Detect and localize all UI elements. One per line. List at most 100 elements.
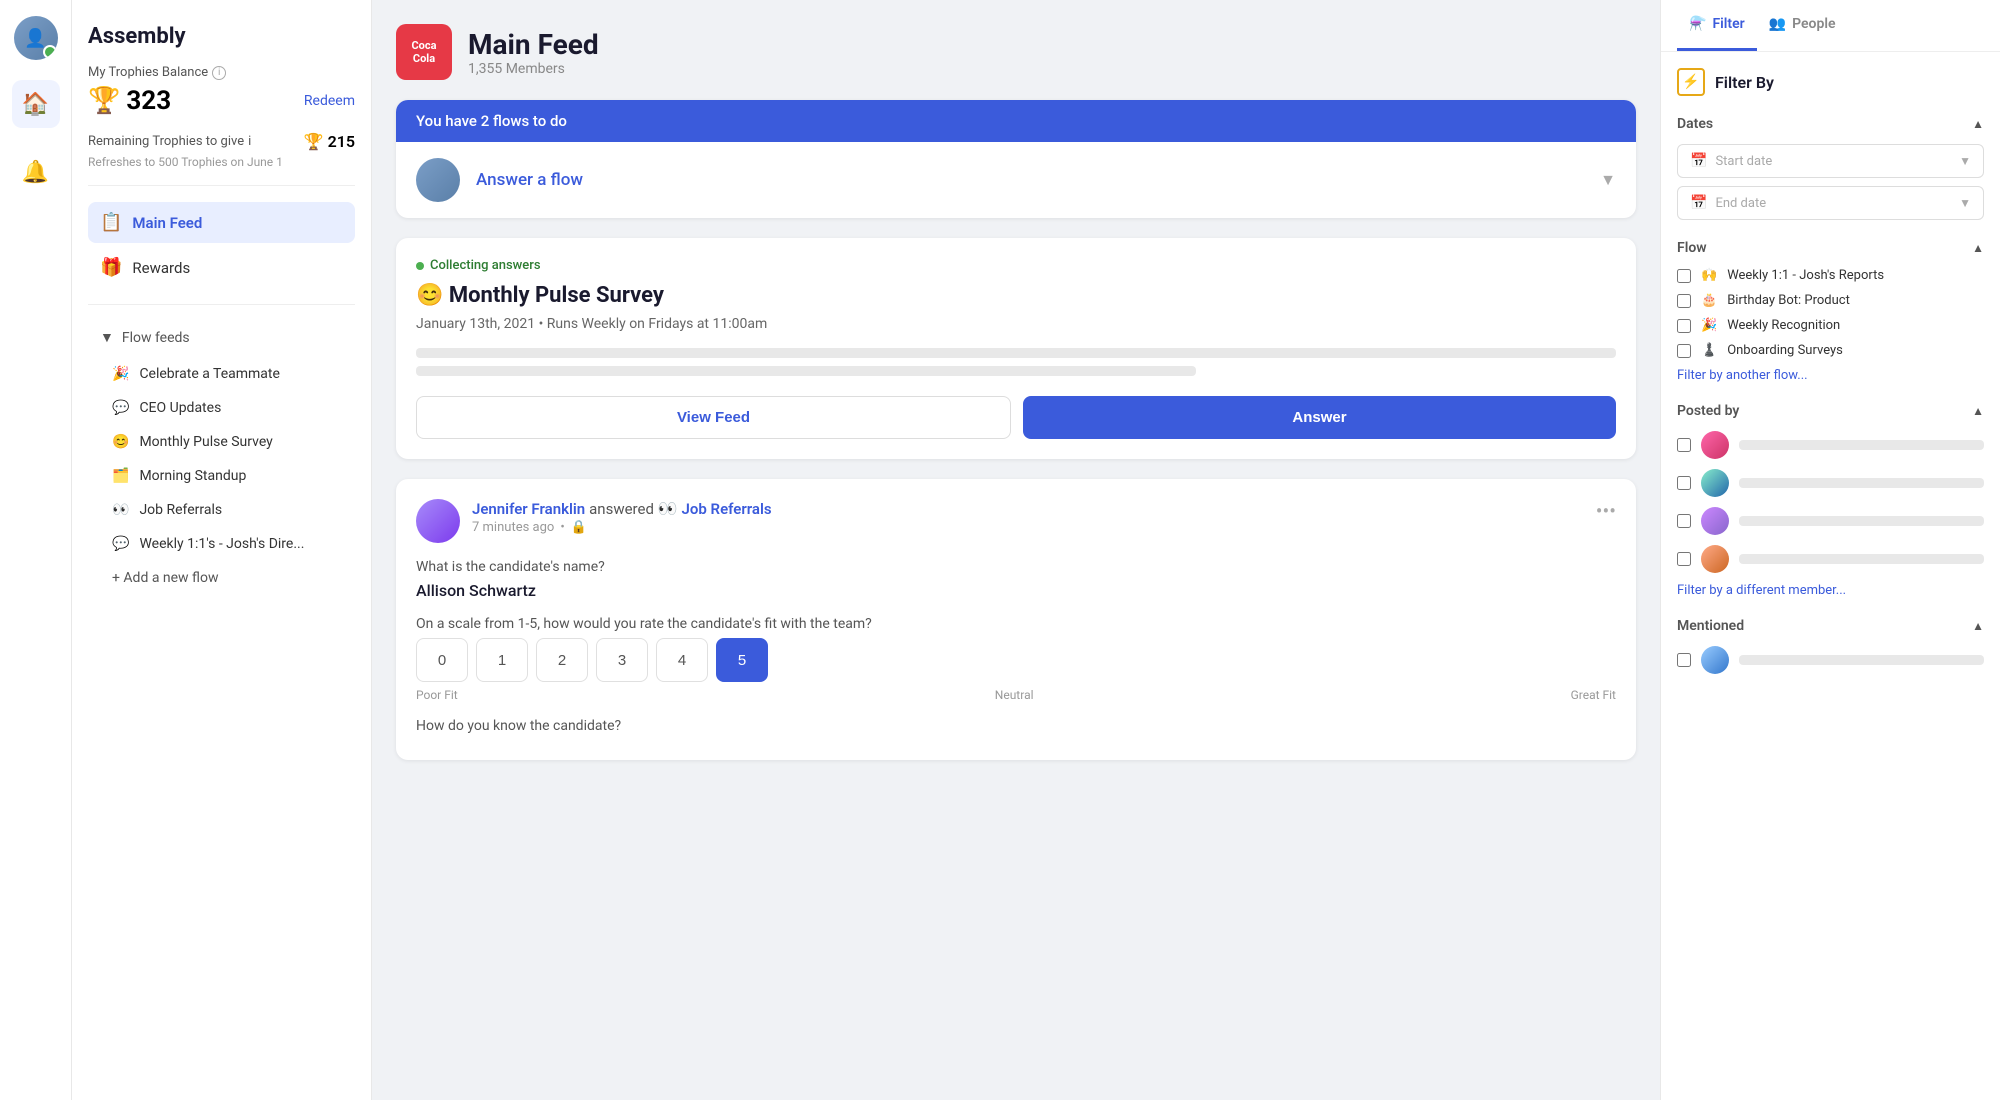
end-date-dropdown-icon: ▼ [1959,196,1971,210]
flow-item-recognition[interactable]: 🎉 Weekly Recognition [1677,318,1984,333]
flow-onboarding-icon: ♟️ [1701,343,1717,358]
flow-item-onboarding[interactable]: ♟️ Onboarding Surveys [1677,343,1984,358]
survey-title: 😊 Monthly Pulse Survey [416,283,1616,308]
rating-4[interactable]: 4 [656,638,708,682]
answer-button[interactable]: Answer [1023,396,1616,439]
mentioned-checkbox-1[interactable] [1677,653,1691,667]
flow-header[interactable]: Flow ▲ [1677,240,1984,256]
skeleton-line-1 [416,348,1616,358]
person-skeleton-2 [1739,478,1984,488]
view-feed-button[interactable]: View Feed [416,396,1011,439]
flow-checkbox-weekly11[interactable] [1677,269,1691,283]
filter-different-member-link[interactable]: Filter by a different member... [1677,583,1984,598]
sidebar-item-ceo[interactable]: 💬 CEO Updates [88,392,355,424]
sidebar-item-referrals[interactable]: 👀 Job Referrals [88,494,355,526]
flow-checkbox-birthday[interactable] [1677,294,1691,308]
home-button[interactable]: 🏠 [12,80,60,128]
mentioned-header[interactable]: Mentioned ▲ [1677,618,1984,634]
sidebar-item-main-feed[interactable]: 📋 Main Feed [88,202,355,243]
sidebar-item-weekly[interactable]: 💬 Weekly 1:1's - Josh's Dire... [88,528,355,560]
main-feed-icon: 📋 [100,212,122,233]
right-panel: ⚗️ Filter 👥 People ⚡ Filter By Dates ▲ 📅… [1660,0,2000,1100]
filter-funnel-icon: ⚗️ [1689,16,1706,32]
flow-weekly11-icon: 🙌 [1701,268,1717,283]
rewards-label: Rewards [132,259,190,277]
posted-by-person-1[interactable] [1677,431,1984,459]
standup-label: Morning Standup [139,468,246,484]
posted-by-person-3[interactable] [1677,507,1984,535]
posted-by-title: Posted by [1677,403,1739,419]
post-time: 7 minutes ago [472,520,554,535]
rating-0[interactable]: 0 [416,638,468,682]
flow-feeds-header[interactable]: ▼ Flow feeds [88,321,355,354]
posted-checkbox-2[interactable] [1677,476,1691,490]
trophy-amount: 🏆 323 [88,86,171,116]
answer-flow-text: Answer a flow [476,170,1584,190]
celebrate-label: Celebrate a Teammate [139,366,280,382]
person-skeleton-3 [1739,516,1984,526]
post-question-1: What is the candidate's name? [416,559,1616,575]
remaining-section: Remaining Trophies to give i 🏆 215 [88,132,355,151]
post-info: Jennifer Franklin answered 👀 Job Referra… [472,499,772,535]
posted-by-person-2[interactable] [1677,469,1984,497]
filter-by-header: ⚡ Filter By [1677,68,1984,96]
remaining-info-icon[interactable]: i [248,134,251,149]
posted-by-header[interactable]: Posted by ▲ [1677,403,1984,419]
end-date-input[interactable]: 📅 End date ▼ [1677,186,1984,220]
flows-todo-card: You have 2 flows to do Answer a flow ▼ [396,100,1636,218]
post-card: Jennifer Franklin answered 👀 Job Referra… [396,479,1636,760]
sidebar-item-celebrate[interactable]: 🎉 Celebrate a Teammate [88,358,355,390]
flow-recognition-icon: 🎉 [1701,318,1717,333]
posted-checkbox-3[interactable] [1677,514,1691,528]
rating-5[interactable]: 5 [716,638,768,682]
calendar-icon-start: 📅 [1690,153,1707,169]
flow-item-weekly11[interactable]: 🙌 Weekly 1:1 - Josh's Reports [1677,268,1984,283]
flow-birthday-label: Birthday Bot: Product [1727,293,1850,308]
flow-recognition-label: Weekly Recognition [1727,318,1840,333]
filter-another-flow-link[interactable]: Filter by another flow... [1677,368,1984,383]
post-flow-name[interactable]: Job Referrals [682,500,772,518]
posted-by-person-4[interactable] [1677,545,1984,573]
feed-title: Main Feed [468,28,599,61]
user-avatar[interactable]: 👤 [14,16,58,60]
sidebar: Assembly My Trophies Balance i 🏆 323 Red… [72,0,372,1100]
flow-item-birthday[interactable]: 🎂 Birthday Bot: Product [1677,293,1984,308]
flow-checkbox-recognition[interactable] [1677,319,1691,333]
dropdown-icon[interactable]: ▼ [1600,170,1616,190]
mentioned-person-1[interactable] [1677,646,1984,674]
post-title-line: Jennifer Franklin answered 👀 Job Referra… [472,499,772,518]
people-icon: 👥 [1769,16,1786,32]
rating-3[interactable]: 3 [596,638,648,682]
chevron-down-icon: ▼ [100,329,114,346]
dates-title: Dates [1677,116,1713,132]
survey-date: January 13th, 2021 • Runs Weekly on Frid… [416,316,1616,332]
referrals-label: Job Referrals [139,502,222,518]
rating-1[interactable]: 1 [476,638,528,682]
add-flow-item[interactable]: + Add a new flow [88,562,355,594]
tab-filter[interactable]: ⚗️ Filter [1677,0,1757,51]
sidebar-item-rewards[interactable]: 🎁 Rewards [88,247,355,288]
info-icon[interactable]: i [212,66,226,80]
sidebar-item-standup[interactable]: 🗂️ Morning Standup [88,460,355,492]
redeem-link[interactable]: Redeem [304,93,355,109]
skeleton-line-2 [416,366,1196,376]
post-answer-1: Allison Schwartz [416,581,1616,600]
posted-checkbox-1[interactable] [1677,438,1691,452]
posted-checkbox-4[interactable] [1677,552,1691,566]
rating-2[interactable]: 2 [536,638,588,682]
ceo-icon: 💬 [112,400,129,416]
more-options-icon[interactable]: ••• [1596,499,1616,523]
post-author-name[interactable]: Jennifer Franklin [472,500,585,518]
feed-logo-text: CocaCola [411,39,436,65]
rewards-icon: 🎁 [100,257,122,278]
answer-flow-row[interactable]: Answer a flow ▼ [396,142,1636,218]
person-skeleton-4 [1739,554,1984,564]
green-dot-icon [416,262,424,270]
sidebar-item-pulse[interactable]: 😊 Monthly Pulse Survey [88,426,355,458]
flow-checkbox-onboarding[interactable] [1677,344,1691,358]
start-date-input[interactable]: 📅 Start date ▼ [1677,144,1984,178]
notification-button[interactable]: 🔔 [12,148,60,196]
tab-people[interactable]: 👥 People [1757,0,1848,51]
dates-header[interactable]: Dates ▲ [1677,116,1984,132]
survey-card: Collecting answers 😊 Monthly Pulse Surve… [396,238,1636,459]
